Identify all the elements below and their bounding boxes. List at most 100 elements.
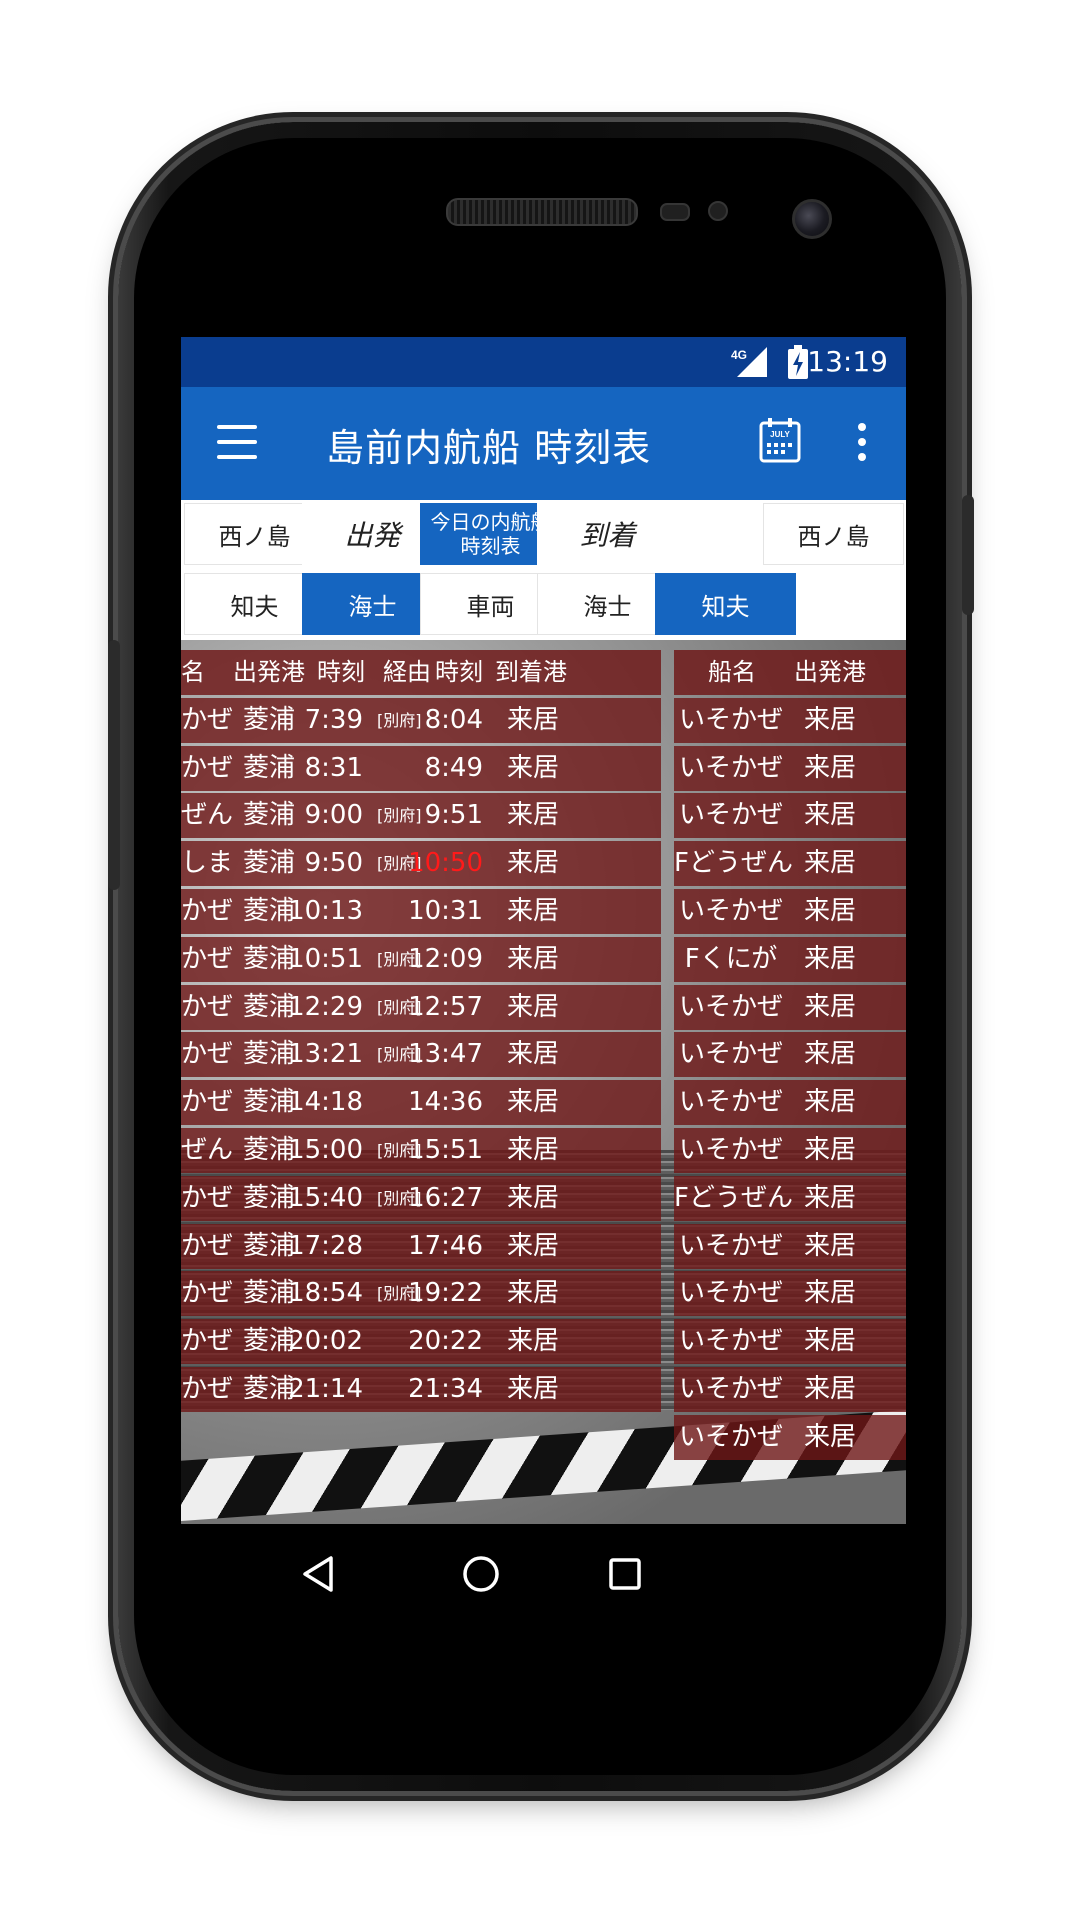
table-row[interactable]: いそかぜ 来居 [674,1127,906,1173]
table-row[interactable]: いそかぜ 来居 [674,1414,906,1460]
ship-name: かぜ [181,752,234,783]
home-circle-icon[interactable] [459,1552,503,1596]
table-row[interactable]: かぜ 菱浦 7:39 [別府] 8:04 来居 [181,697,661,743]
arrival-port: 来居 [507,848,560,879]
table-row[interactable]: かぜ 菱浦 21:14 21:34 来居 [181,1366,661,1412]
arrival-time: 19:22 [408,1278,483,1309]
table-row[interactable]: かぜ 菱浦 12:29 [別府] 12:57 来居 [181,984,661,1030]
ship-name: いそかぜ [678,991,783,1022]
table-row[interactable]: Fくにが 来居 [674,936,906,982]
table-row[interactable]: かぜ 菱浦 13:21 [別府] 13:47 来居 [181,1032,661,1078]
table-row[interactable]: かぜ 菱浦 8:31 8:49 来居 [181,745,661,791]
table-row[interactable]: いそかぜ 来居 [674,1080,906,1126]
arrival-label: 到着 [537,503,678,565]
departure-port: 菱浦 [243,848,296,879]
departure-timetable-right: 船名 出発港 いそかぜ 来居 いそかぜ 来居 いそかぜ 来居 Fどうぜん 来居 いそかぜ 来居 Fく… [674,650,906,1463]
table-header: 船名 出発港 [674,650,906,695]
ship-name: いそかぜ [678,1278,783,1309]
port-tab[interactable]: 知夫 [655,573,796,635]
ship-name: かぜ [181,1278,234,1309]
departure-time: 14:18 [288,1087,363,1118]
table-row[interactable]: いそかぜ 来居 [674,1319,906,1365]
navigation-bar [181,1524,906,1624]
arrival-time: 14:36 [408,1087,483,1118]
table-row[interactable]: いそかぜ 来居 [674,1223,906,1269]
more-vert-icon[interactable] [857,423,867,463]
arrival-time: 10:31 [408,895,483,926]
departure-time: 8:31 [304,752,363,783]
ship-name: Fくにが [684,943,778,974]
back-triangle-icon[interactable] [297,1552,341,1596]
signal-4g-icon: 4G [731,347,767,377]
arrival-port: 来居 [507,1182,560,1213]
arrival-port-button[interactable]: 西ノ島 [763,503,904,565]
table-row[interactable]: かぜ 菱浦 18:54 [別府] 19:22 来居 [181,1271,661,1317]
proximity-sensor [660,203,690,221]
via-port: [別府] [377,806,422,826]
arrival-port: 来居 [507,991,560,1022]
table-row[interactable]: いそかぜ 来居 [674,1032,906,1078]
svg-text:4G: 4G [731,348,747,362]
table-row[interactable]: かぜ 菱浦 15:40 [別府] 16:27 来居 [181,1175,661,1221]
via-port: [別府] [377,710,422,730]
departure-time: 15:40 [288,1182,363,1213]
departure-port: 菱浦 [243,704,296,735]
table-row[interactable]: かぜ 菱浦 20:02 20:22 来居 [181,1319,661,1365]
app-title: 島前内航船 時刻表 [326,426,652,470]
table-row[interactable]: いそかぜ 来居 [674,745,906,791]
table-row[interactable]: かぜ 菱浦 14:18 14:36 来居 [181,1080,661,1126]
departure-time: 9:50 [304,848,363,879]
table-row[interactable]: しま 菱浦 9:50 [別府] 10:50 来居 [181,841,661,887]
departure-port: 来居 [804,1087,857,1118]
table-row[interactable]: Fどうぜん 来居 [674,841,906,887]
earpiece-speaker [446,198,638,226]
header-dep: 時刻 [317,658,365,686]
departure-time: 13:21 [288,1039,363,1070]
departure-time: 17:28 [288,1230,363,1261]
arrival-time: 21:34 [408,1373,483,1404]
ship-name: かぜ [181,1230,234,1261]
table-row[interactable]: いそかぜ 来居 [674,1271,906,1317]
departure-time: 10:51 [288,943,363,974]
recents-square-icon[interactable] [603,1552,647,1596]
departure-port: 来居 [804,1278,857,1309]
departure-port: 来居 [804,1039,857,1070]
arrival-port: 来居 [507,1326,560,1357]
table-row[interactable]: いそかぜ 来居 [674,1366,906,1412]
table-row[interactable]: かぜ 菱浦 10:51 [別府] 12:09 来居 [181,936,661,982]
arrival-port: 来居 [507,1373,560,1404]
departure-port: 来居 [804,1421,857,1452]
departure-port: 菱浦 [243,800,296,831]
ship-name: Fどうぜん [674,1182,793,1213]
status-bar: 4G 13:19 [181,337,906,387]
ship-name: かぜ [181,704,234,735]
arrival-port: 来居 [507,1134,560,1165]
arrival-time: 16:27 [408,1182,483,1213]
table-row[interactable]: いそかぜ 来居 [674,888,906,934]
arrival-time: 9:51 [424,800,483,831]
table-row[interactable]: Fどうぜん 来居 [674,1175,906,1221]
table-row[interactable]: いそかぜ 来居 [674,697,906,743]
hamburger-icon[interactable] [217,425,257,459]
table-row[interactable]: ぜん 菱浦 15:00 [別府] 15:51 来居 [181,1127,661,1173]
arrival-port: 来居 [507,1278,560,1309]
ship-name: いそかぜ [678,895,783,926]
header-arr: 時刻 [435,658,483,686]
arrival-port: 来居 [507,1230,560,1261]
ship-name: Fどうぜん [674,848,793,879]
departure-port: 来居 [804,1373,857,1404]
departure-port: 来居 [804,991,857,1022]
calendar-icon[interactable]: JULY [759,417,801,463]
table-row[interactable]: いそかぜ 来居 [674,793,906,839]
arrival-time: 17:46 [408,1230,483,1261]
volume-button [108,640,120,890]
header-from: 出発港 [233,658,305,686]
table-row[interactable]: ぜん 菱浦 9:00 [別府] 9:51 来居 [181,793,661,839]
table-row[interactable]: かぜ 菱浦 10:13 10:31 来居 [181,888,661,934]
ship-name: いそかぜ [678,1039,783,1070]
departure-port: 来居 [804,800,857,831]
light-sensor [708,201,728,221]
ship-name: かぜ [181,991,234,1022]
table-row[interactable]: いそかぜ 来居 [674,984,906,1030]
table-row[interactable]: かぜ 菱浦 17:28 17:46 来居 [181,1223,661,1269]
